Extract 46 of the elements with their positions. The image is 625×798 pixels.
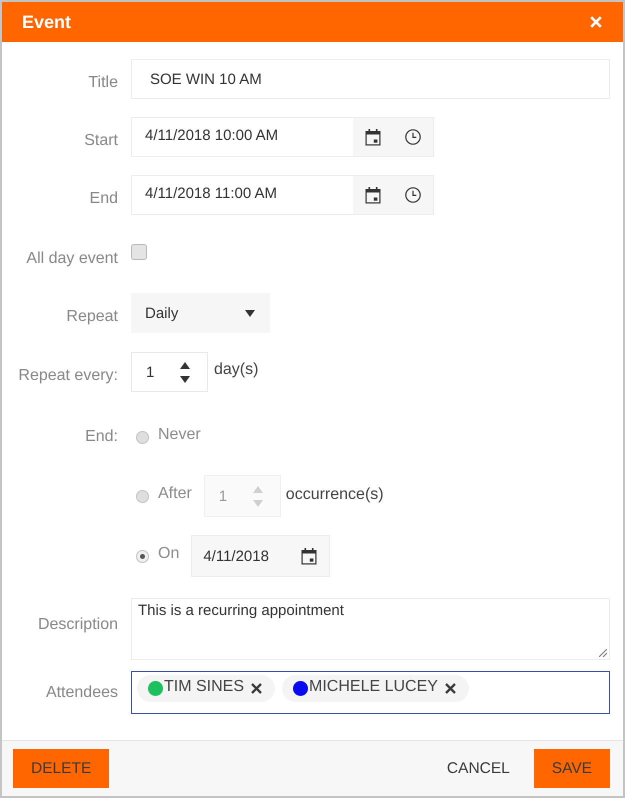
clock-button[interactable]	[393, 176, 433, 214]
delete-button[interactable]: DELETE	[13, 749, 110, 788]
all-day-checkbox[interactable]	[131, 244, 147, 260]
unit-label: day(s)	[214, 361, 258, 380]
field-label: Description	[36, 615, 118, 634]
description-field[interactable]: This is a recurring appointment	[131, 598, 610, 660]
attendee-name: MICHELE LUCEY	[309, 678, 438, 697]
attendee-chip[interactable]: MICHELE LUCEY	[282, 675, 469, 702]
cancel-button[interactable]: CANCEL	[428, 749, 528, 788]
calendar-button[interactable]	[353, 176, 393, 214]
clock-icon	[405, 129, 421, 145]
title-field[interactable]: SOE WIN 10 AM	[131, 59, 610, 99]
datetime-input[interactable]: 4/11/2018 10:00 AM	[132, 118, 353, 156]
repeat-interval-field[interactable]: 1	[131, 352, 208, 392]
attendees-field[interactable]: TIM SINES MICHELE LUCEY	[131, 671, 610, 714]
field-label: Attendees	[44, 684, 118, 702]
unit-label: occurrence(s)	[286, 486, 384, 505]
radio-button[interactable]	[136, 550, 149, 562]
calendar-icon[interactable]	[301, 548, 318, 564]
clock-icon	[405, 187, 421, 203]
field-label: Repeat every:	[17, 366, 118, 385]
up-arrow-icon[interactable]	[180, 362, 190, 368]
close-icon[interactable]	[590, 16, 602, 28]
attendee-name: TIM SINES	[164, 678, 244, 697]
datetime-input[interactable]: 4/11/2018 11:00 AM	[132, 176, 353, 214]
attendee-chip[interactable]: TIM SINES	[137, 675, 276, 702]
clock-button[interactable]	[393, 118, 433, 156]
calendar-button[interactable]	[353, 118, 393, 156]
down-arrow-icon[interactable]	[180, 376, 190, 382]
remove-icon[interactable]	[251, 683, 262, 694]
calendar-icon	[365, 128, 381, 146]
calendar-icon	[365, 186, 381, 204]
field-label: End:	[84, 428, 118, 446]
remove-icon[interactable]	[444, 683, 456, 694]
resize-grip-icon[interactable]	[599, 649, 607, 657]
caret-down-icon	[245, 310, 255, 316]
field-label: Title	[87, 73, 118, 92]
save-button[interactable]: SAVE	[534, 749, 610, 788]
field-label: Repeat	[65, 307, 118, 326]
field-label: Start	[83, 131, 118, 150]
end-date-field[interactable]: 4/11/2018	[191, 535, 330, 577]
field-label: All day event	[25, 249, 118, 268]
radio-button[interactable]	[136, 430, 149, 444]
field-label: End	[88, 189, 118, 208]
dialog-title: Event	[22, 12, 72, 32]
repeat-dropdown[interactable]: Daily	[131, 293, 270, 333]
